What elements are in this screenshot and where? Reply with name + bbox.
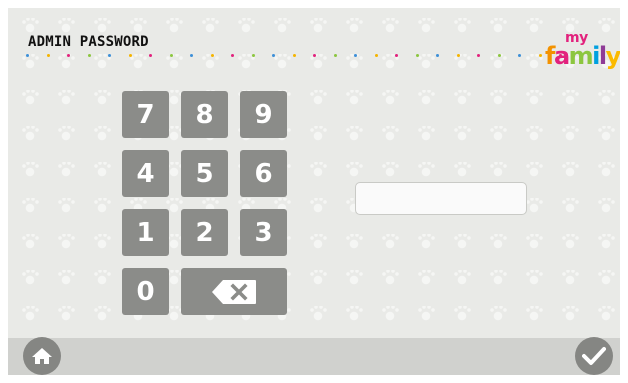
- key-0[interactable]: 0: [122, 268, 169, 315]
- divider-dot: [272, 54, 275, 57]
- key-2[interactable]: 2: [181, 209, 228, 256]
- home-icon: [32, 348, 52, 364]
- divider-dot: [333, 54, 337, 57]
- page-title: ADMIN PASSWORD: [28, 34, 149, 50]
- password-input[interactable]: [355, 182, 527, 215]
- bottom-bar: [8, 338, 620, 375]
- key-9[interactable]: 9: [240, 91, 287, 138]
- divider-dot: [210, 54, 214, 57]
- key-4[interactable]: 4: [122, 150, 169, 197]
- key-8[interactable]: 8: [181, 91, 228, 138]
- divider-dot: [128, 54, 132, 57]
- dotted-divider: [26, 54, 586, 60]
- divider-dot: [67, 54, 70, 57]
- divider-dot: [477, 54, 480, 57]
- confirm-button[interactable]: [575, 337, 613, 375]
- key-5[interactable]: 5: [181, 150, 228, 197]
- checkmark-icon: [582, 347, 606, 365]
- divider-dot: [497, 54, 501, 57]
- key-3[interactable]: 3: [240, 209, 287, 256]
- divider-dot: [436, 54, 439, 57]
- backspace-button[interactable]: [181, 268, 287, 315]
- divider-dot: [87, 54, 91, 57]
- divider-dot: [456, 54, 460, 57]
- divider-dot: [251, 54, 255, 57]
- divider-dot: [46, 54, 50, 57]
- divider-dot: [313, 54, 316, 57]
- key-7[interactable]: 7: [122, 91, 169, 138]
- numeric-keypad: 7 8 9 4 5 6 1 2 3 0: [122, 91, 290, 318]
- divider-dot: [190, 54, 193, 57]
- divider-dot: [108, 54, 111, 57]
- divider-dot: [231, 54, 234, 57]
- home-button[interactable]: [23, 337, 61, 375]
- my-family-logo: my family: [545, 30, 620, 72]
- key-1[interactable]: 1: [122, 209, 169, 256]
- logo-family-text: family: [545, 42, 620, 70]
- divider-dot: [395, 54, 398, 57]
- divider-dot: [169, 54, 173, 57]
- divider-dot: [149, 54, 152, 57]
- divider-dot: [354, 54, 357, 57]
- divider-dot: [518, 54, 521, 57]
- admin-password-screen: ADMIN PASSWORD my family 7 8 9 4 5 6 1 2…: [8, 8, 620, 375]
- divider-dot: [292, 54, 296, 57]
- backspace-icon: [211, 279, 257, 305]
- key-6[interactable]: 6: [240, 150, 287, 197]
- divider-dot: [538, 54, 542, 57]
- divider-dot: [415, 54, 419, 57]
- divider-dot: [26, 54, 29, 57]
- divider-dot: [374, 54, 378, 57]
